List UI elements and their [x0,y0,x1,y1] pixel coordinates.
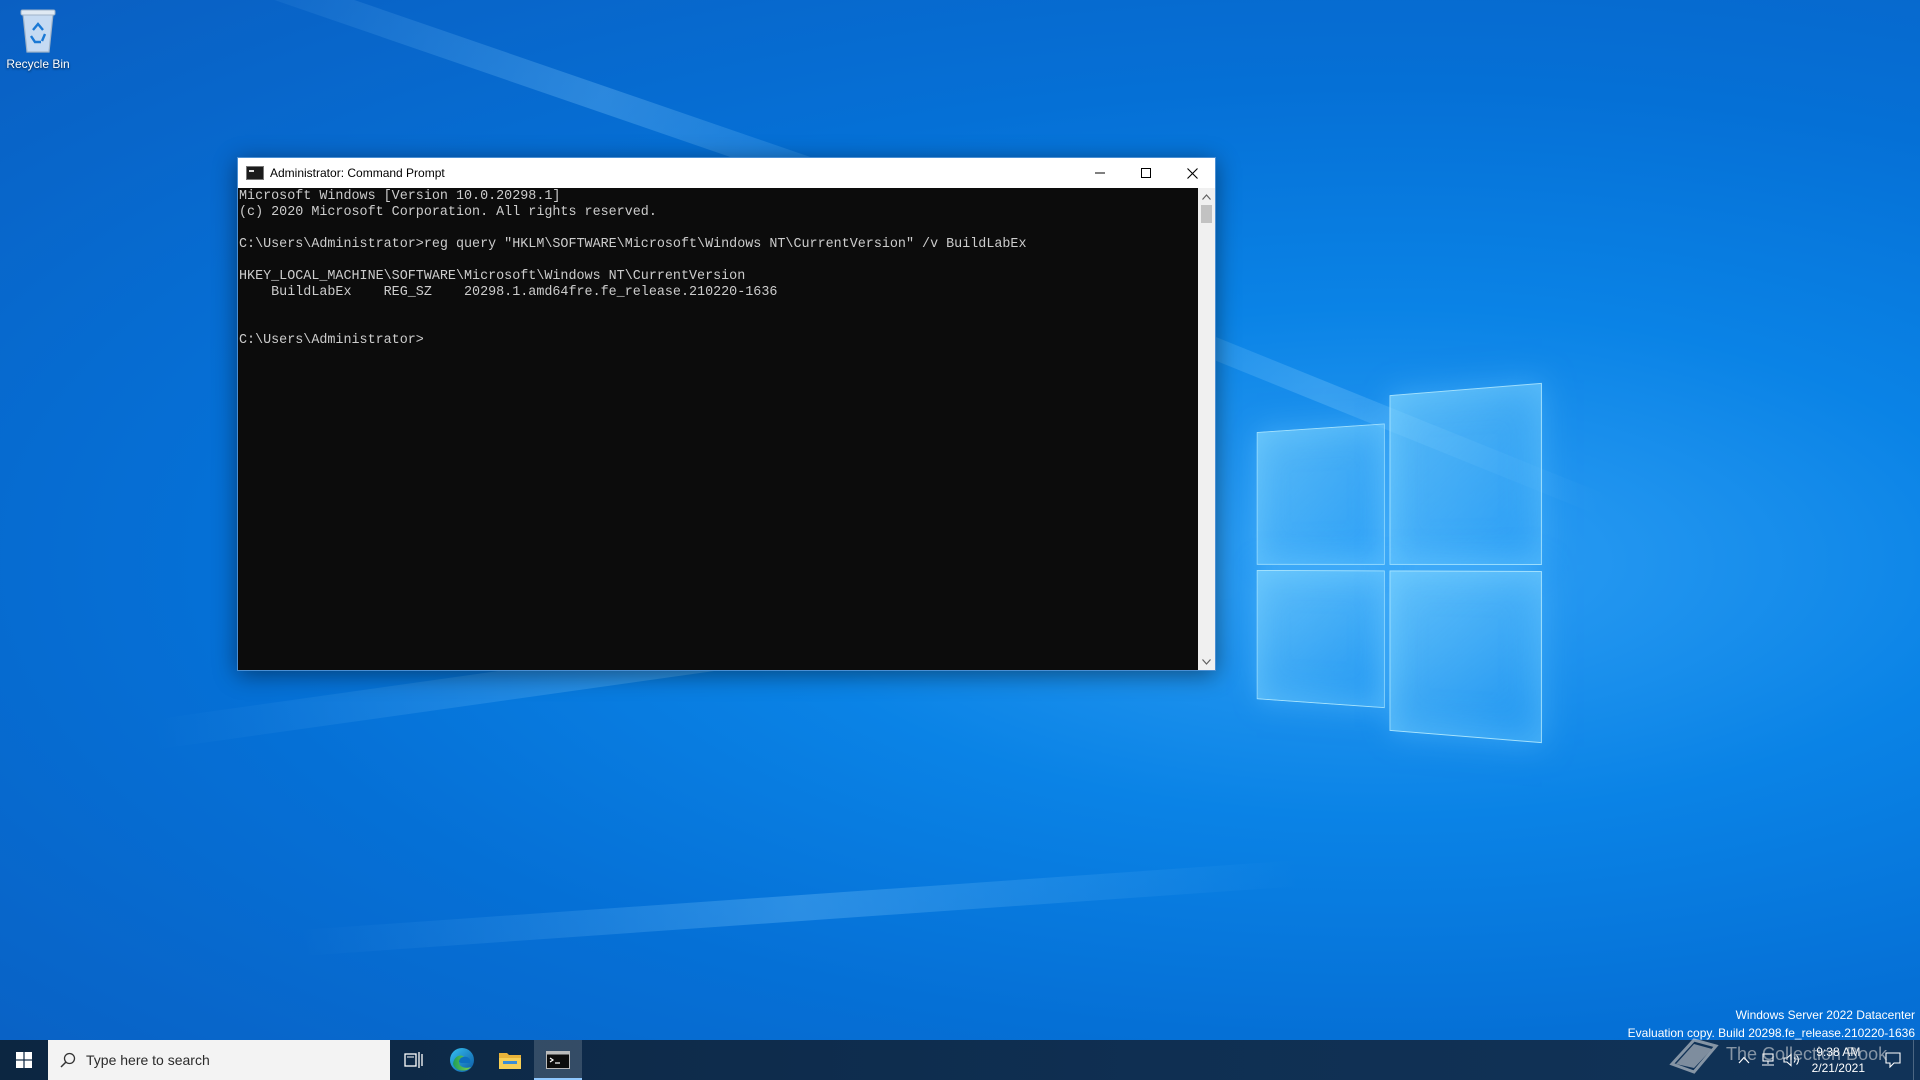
command-prompt-window[interactable]: Administrator: Command Prompt Microsoft … [237,157,1216,671]
wallpaper-windows-logo [1256,382,1542,744]
console-line: (c) 2020 Microsoft Corporation. All righ… [239,205,657,220]
taskbar-search[interactable]: Type here to search [48,1040,390,1080]
recycle-bin-icon [20,9,56,53]
brand-text: The Collection Book [1726,1043,1888,1064]
minimize-button[interactable] [1077,158,1123,188]
chevron-down-icon [1202,658,1211,665]
window-controls [1077,158,1215,188]
terminal-icon [246,166,264,180]
console-line: BuildLabEx REG_SZ 20298.1.amd64fre.fe_re… [239,285,778,300]
console-line: HKEY_LOCAL_MACHINE\SOFTWARE\Microsoft\Wi… [239,269,746,284]
scroll-down-button[interactable] [1198,653,1215,670]
wallpaper-beam [300,860,1300,956]
watermark-line: Windows Server 2022 Datacenter [1735,1008,1915,1022]
console-output[interactable]: Microsoft Windows [Version 10.0.20298.1]… [238,188,1198,670]
maximize-icon [1141,168,1151,178]
show-desktop-button[interactable] [1913,1040,1920,1080]
taskbar-edge[interactable] [438,1040,486,1080]
scroll-up-button[interactable] [1198,188,1215,205]
start-button[interactable] [0,1040,48,1080]
console-line: Microsoft Windows [Version 10.0.20298.1] [239,189,561,204]
console-line: C:\Users\Administrator> [239,333,424,348]
task-view-icon [404,1052,423,1068]
desktop-icon-recycle-bin[interactable]: Recycle Bin [4,6,72,71]
taskbar-command-prompt[interactable] [534,1040,582,1080]
console-line: C:\Users\Administrator>reg query "HKLM\S… [239,237,1027,252]
window-title: Administrator: Command Prompt [270,166,445,180]
edge-icon [450,1048,474,1072]
window-titlebar[interactable]: Administrator: Command Prompt [238,158,1215,188]
chevron-up-icon [1202,193,1211,200]
brand-overlay: The Collection Book [1668,1034,1887,1074]
taskbar-task-view[interactable] [390,1040,438,1080]
close-button[interactable] [1169,158,1215,188]
console-scrollbar[interactable] [1198,188,1215,670]
book-icon [1669,1038,1719,1074]
folder-icon [499,1053,521,1069]
notification-icon [1885,1052,1901,1068]
scroll-thumb[interactable] [1201,205,1212,223]
desktop-icon-label: Recycle Bin [6,57,70,71]
taskbar-file-explorer[interactable] [486,1040,534,1080]
windows-logo-icon [16,1052,32,1068]
search-icon [60,1052,76,1068]
taskbar: Type here to search 9:38 AM 2/21/2021 [0,1040,1920,1080]
terminal-icon [546,1051,570,1069]
search-placeholder: Type here to search [86,1052,210,1068]
maximize-button[interactable] [1123,158,1169,188]
minimize-icon [1095,172,1105,174]
close-icon [1186,167,1198,179]
